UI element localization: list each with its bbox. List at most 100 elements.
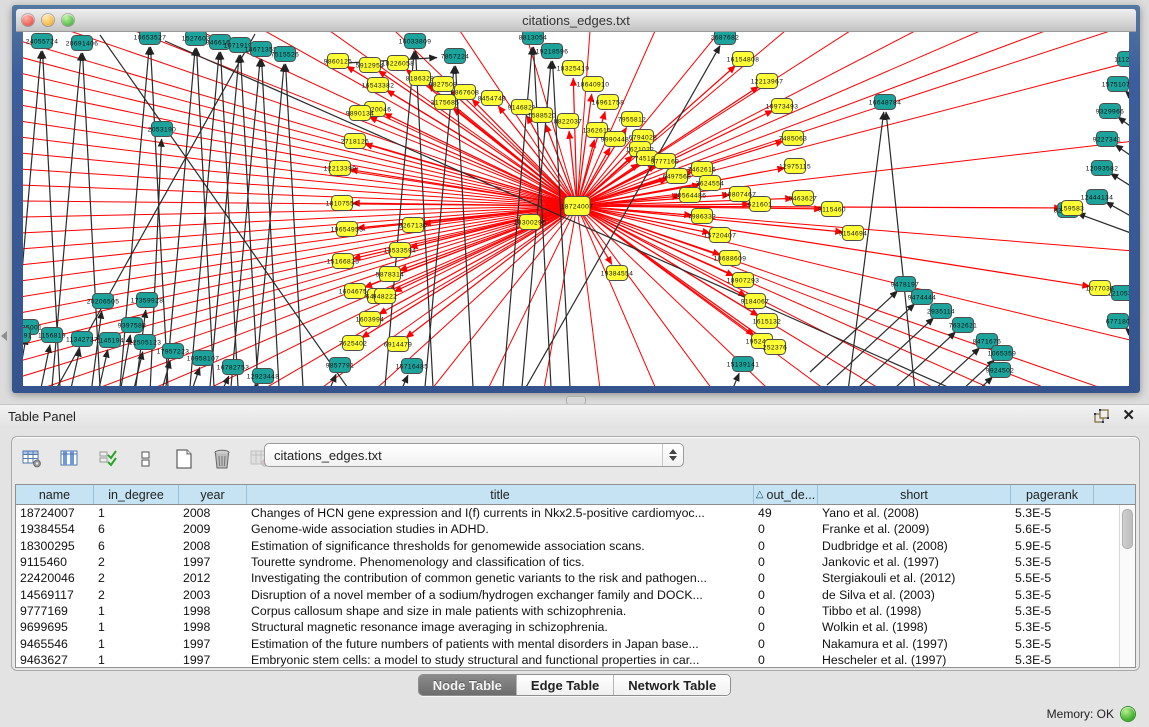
graph-edge	[166, 48, 195, 386]
table-cell: 6	[94, 522, 179, 536]
show-columns-icon[interactable]	[58, 447, 82, 471]
row-height-icon[interactable]	[134, 447, 158, 471]
table-cell: Dudbridge et al. (2008)	[818, 539, 1011, 553]
panel-collapse-arrow-icon[interactable]	[1, 331, 7, 341]
column-header-title[interactable]: title	[247, 485, 754, 504]
graph-node-label: 10958107	[187, 355, 220, 362]
graph-node-label: 9478197	[891, 281, 919, 288]
table-body: 1872400712008Changes of HCN gene express…	[16, 505, 1135, 668]
graph-node-label: 20564486	[674, 192, 707, 199]
table-cell: 2	[94, 555, 179, 569]
table-row[interactable]: 1830029562008Estimation of significance …	[16, 538, 1135, 554]
graph-node-label: 9924502	[986, 367, 1014, 374]
graph-node-label: 1065359	[988, 350, 1016, 357]
graph-node-label: 5878314	[376, 271, 404, 278]
table-row[interactable]: 969969511998Structural magnetic resonanc…	[16, 619, 1135, 635]
graph-node-label: 1077036	[1086, 285, 1114, 292]
graph-node-label: 1145194	[96, 337, 124, 344]
graph-node-label: 7955812	[618, 116, 646, 123]
graph-node-label: 15720407	[704, 232, 737, 239]
tab-node-table[interactable]: Node Table	[419, 675, 517, 695]
graph-node-label: 16154808	[727, 56, 760, 63]
table-cell: 1	[94, 620, 179, 634]
graph-node-label: 9154694	[839, 230, 867, 237]
tab-edge-table[interactable]: Edge Table	[517, 675, 614, 695]
zoom-window-icon[interactable]	[62, 14, 74, 26]
table-cell: Jankovic et al. (1997)	[818, 555, 1011, 569]
graph-node-label: 16543382	[362, 82, 395, 89]
graph-node-label: 15716485	[396, 363, 429, 370]
graph-edge	[23, 206, 577, 249]
table-row[interactable]: 977716911998Corpus callosum shape and si…	[16, 603, 1135, 619]
select-columns-icon[interactable]	[96, 447, 120, 471]
table-select-dropdown[interactable]: citations_edges.txt	[264, 443, 684, 467]
network-canvas[interactable]: 2405572420691406106535271527602846616010…	[23, 32, 1129, 386]
table-scrollbar[interactable]	[1119, 505, 1135, 667]
graph-edge	[577, 32, 1045, 206]
table-cell: 18300295	[16, 539, 94, 553]
graph-node-label: 16033809	[399, 38, 432, 45]
table-row[interactable]: 1938455462009Genome-wide association stu…	[16, 521, 1135, 537]
graph-node-label: 9115460	[818, 206, 846, 213]
column-header-pagerank[interactable]: pagerank	[1011, 485, 1094, 504]
table-cell: Corpus callosum shape and size in male p…	[247, 604, 754, 618]
table-mode-icon[interactable]	[20, 447, 44, 471]
close-window-icon[interactable]	[22, 14, 34, 26]
close-panel-icon[interactable]: ✕	[1122, 407, 1135, 425]
graph-node-label: 10688609	[714, 255, 747, 262]
table-cell: 5.5E-5	[1011, 571, 1094, 585]
column-header-out_de[interactable]: △out_de...	[754, 485, 818, 504]
table-cell: 0	[754, 571, 818, 585]
graph-node-label: 15166825	[327, 258, 360, 265]
memory-indicator-light[interactable]	[1121, 707, 1135, 721]
new-table-icon[interactable]	[172, 447, 196, 471]
column-header-year[interactable]: year	[179, 485, 247, 504]
graph-node-label: 9857791	[326, 362, 354, 369]
table-cell: 9699695	[16, 620, 94, 634]
table-cell: 9463627	[16, 653, 94, 667]
table-row[interactable]: 2242004622012Investigating the contribut…	[16, 570, 1135, 586]
graph-node-label: 2935114	[927, 308, 955, 315]
table-cell: 2008	[179, 539, 247, 553]
table-cell: 5.3E-5	[1011, 620, 1094, 634]
table-row[interactable]: 911546021997Tourette syndrome. Phenomeno…	[16, 554, 1135, 570]
table-cell: 1997	[179, 653, 247, 667]
graph-node-label: 1603994	[356, 316, 384, 323]
tab-network-table[interactable]: Network Table	[614, 675, 730, 695]
status-bar: Memory: OK	[0, 701, 1149, 727]
table-cell: Tourette syndrome. Phenomenology and cla…	[247, 555, 754, 569]
graph-node-label: 9227341	[1093, 136, 1121, 143]
network-window-titlebar[interactable]: citations_edges.txt	[16, 9, 1136, 32]
graph-node-label: 18226058	[382, 60, 415, 67]
column-header-name[interactable]: name	[16, 485, 94, 504]
table-cell: 1	[94, 653, 179, 667]
column-header-in_degree[interactable]: in_degree	[94, 485, 179, 504]
table-header: namein_degreeyeartitle△out_de...shortpag…	[16, 485, 1135, 505]
table-row[interactable]: 946554611997Estimation of the future num…	[16, 635, 1135, 651]
graph-node-label: 10653527	[134, 34, 167, 41]
table-cell: 18724007	[16, 506, 94, 520]
table-row[interactable]: 946362711997Embryonic stem cells: a mode…	[16, 652, 1135, 668]
graph-node-label: 7462616	[688, 166, 716, 173]
minimize-window-icon[interactable]	[42, 14, 54, 26]
graph-edge	[23, 206, 577, 377]
delete-table-icon[interactable]	[210, 447, 234, 471]
float-panel-icon[interactable]	[1094, 409, 1109, 423]
graph-node-label: 7857224	[441, 53, 469, 60]
graph-node-label: 9990448	[601, 136, 629, 143]
table-cell: Structural magnetic resonance image aver…	[247, 620, 754, 634]
table-cell: Genome-wide association studies in ADHD.	[247, 522, 754, 536]
scrollbar-thumb[interactable]	[1122, 509, 1133, 549]
graph-node-label: 9474444	[908, 294, 936, 301]
table-row[interactable]: 1456911722003Disruption of a novel membe…	[16, 586, 1135, 602]
graph-node-label: 12213399	[324, 165, 357, 172]
graph-node-label: 9777169	[651, 158, 679, 165]
graph-node-label: 16782753	[217, 364, 250, 371]
column-header-short[interactable]: short	[818, 485, 1011, 504]
table-row[interactable]: 1872400712008Changes of HCN gene express…	[16, 505, 1135, 521]
table-cell: 1	[94, 637, 179, 651]
table-panel-title: Table Panel	[8, 409, 76, 424]
table-cell: Tibbo et al. (1998)	[818, 604, 1011, 618]
graph-node-label: 7986332	[688, 213, 716, 220]
graph-edge	[731, 373, 739, 386]
